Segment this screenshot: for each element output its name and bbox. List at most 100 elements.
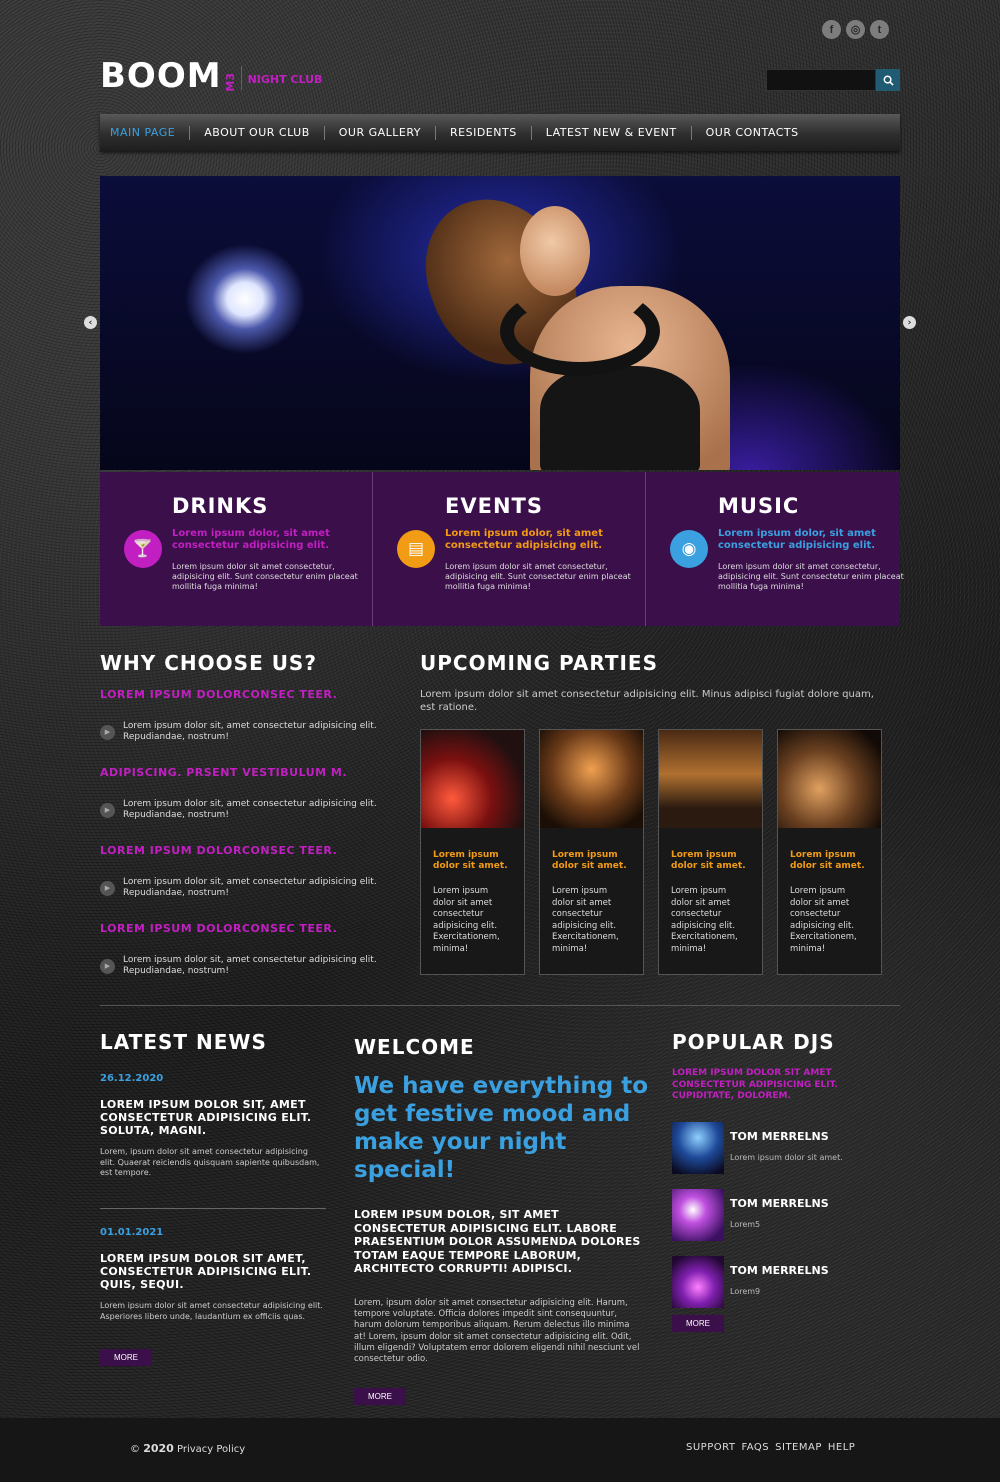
footer-link-support[interactable]: SUPPORT (686, 1442, 735, 1453)
why-row: ▶ Lorem ipsum dolor sit, amet consectetu… (100, 796, 410, 824)
play-icon: ▶ (100, 802, 115, 818)
dj-name: TOM MERRELNS (730, 1264, 829, 1277)
section-divider (100, 1005, 900, 1006)
djs-more-button[interactable]: MORE (672, 1315, 724, 1332)
instagram-icon[interactable]: ◎ (846, 20, 865, 39)
party-image (421, 730, 524, 828)
social-links: f ◎ t (822, 20, 889, 39)
why-heading[interactable]: ADIPISCING. PRSENT VESTIBULUM M. (100, 766, 410, 780)
nav-residents[interactable]: RESIDENTS (436, 126, 531, 139)
nav-about[interactable]: ABOUT OUR CLUB (190, 126, 324, 139)
welcome-text: Lorem, ipsum dolor sit amet consectetur … (354, 1298, 640, 1365)
disc-icon: ◉ (670, 530, 708, 568)
dj-subtitle: Lorem ipsum dolor sit amet. (730, 1153, 843, 1162)
dj-avatar (672, 1256, 724, 1308)
nav-latest-news[interactable]: LATEST NEW & EVENT (532, 126, 691, 139)
logo-m3: M3 (223, 73, 237, 92)
logo[interactable]: BOOM M3 NIGHT CLUB (100, 58, 322, 94)
news-headline[interactable]: LOREM IPSUM DOLOR SIT, AMET CONSECTETUR … (100, 1098, 325, 1137)
welcome-title: WELCOME (354, 1035, 475, 1059)
party-title: Lorem ipsum dolor sit amet. (790, 850, 865, 871)
djs-title: POPULAR DJS (672, 1030, 835, 1054)
features-band: DRINKS 🍸 Lorem ipsum dolor, sit amet con… (100, 472, 904, 626)
why-text: Lorem ipsum dolor sit, amet consectetur … (123, 799, 377, 820)
news-divider (100, 1208, 326, 1209)
party-text: Lorem ipsum dolor sit amet consectetur a… (671, 886, 738, 954)
nav-main-page[interactable]: MAIN PAGE (100, 126, 189, 139)
why-text: Lorem ipsum dolor sit, amet consectetur … (123, 955, 377, 976)
copyright-year: 2020 (143, 1442, 174, 1455)
dj-avatar (672, 1122, 724, 1174)
nav-contacts[interactable]: OUR CONTACTS (692, 126, 813, 139)
news-more-button[interactable]: MORE (100, 1349, 152, 1366)
footer-link-faqs[interactable]: FAQS (741, 1442, 769, 1453)
dj-item[interactable]: TOM MERRELNS Lorem9 (672, 1256, 829, 1308)
party-text: Lorem ipsum dolor sit amet consectetur a… (433, 886, 500, 954)
hero-image-top (540, 366, 700, 470)
feature-text: Lorem ipsum dolor sit amet consectetur, … (718, 562, 904, 591)
search-input[interactable] (766, 69, 876, 91)
feature-drinks: DRINKS 🍸 Lorem ipsum dolor, sit amet con… (100, 472, 372, 626)
news-headline[interactable]: LOREM IPSUM DOLOR SIT AMET, CONSECTETUR … (100, 1252, 325, 1291)
play-icon: ▶ (100, 724, 115, 740)
why-text: Lorem ipsum dolor sit, amet consectetur … (123, 877, 377, 898)
party-text: Lorem ipsum dolor sit amet consectetur a… (552, 886, 619, 954)
party-card[interactable]: Lorem ipsum dolor sit amet. Lorem ipsum … (658, 729, 763, 975)
feature-lead: Lorem ipsum dolor, sit amet consectetur … (172, 528, 330, 551)
dj-item[interactable]: TOM MERRELNS Lorem ipsum dolor sit amet. (672, 1122, 843, 1174)
search-form (766, 69, 900, 91)
copyright-symbol: © (130, 1444, 140, 1455)
footer-copyright: © 2020 Privacy Policy (130, 1442, 245, 1455)
why-row: ▶ Lorem ipsum dolor sit, amet consectetu… (100, 952, 410, 980)
feature-title: MUSIC (718, 494, 800, 518)
play-icon: ▶ (100, 958, 115, 974)
why-heading[interactable]: LOREM IPSUM DOLORCONSEC TEER. (100, 688, 410, 702)
party-card[interactable]: Lorem ipsum dolor sit amet. Lorem ipsum … (420, 729, 525, 975)
why-row: ▶ Lorem ipsum dolor sit, amet consectetu… (100, 718, 410, 746)
party-card[interactable]: Lorem ipsum dolor sit amet. Lorem ipsum … (539, 729, 644, 975)
search-button[interactable] (876, 69, 900, 91)
welcome-caps-text: LOREM IPSUM DOLOR, SIT AMET CONSECTETUR … (354, 1208, 641, 1275)
footer-link-sitemap[interactable]: SITEMAP (775, 1442, 822, 1453)
logo-divider (240, 66, 242, 90)
why-heading[interactable]: LOREM IPSUM DOLORCONSEC TEER. (100, 922, 410, 936)
party-cards: Lorem ipsum dolor sit amet. Lorem ipsum … (420, 729, 882, 975)
facebook-icon[interactable]: f (822, 20, 841, 39)
feature-text: Lorem ipsum dolor sit amet consectetur, … (172, 562, 358, 591)
news-item: 26.12.2020 LOREM IPSUM DOLOR SIT, AMET C… (100, 1073, 325, 1179)
why-heading[interactable]: LOREM IPSUM DOLORCONSEC TEER. (100, 844, 410, 858)
footer-links: SUPPORT FAQS SITEMAP HELP (686, 1442, 855, 1453)
slider-prev-icon[interactable]: ‹ (84, 316, 97, 329)
main-nav: MAIN PAGE ABOUT OUR CLUB OUR GALLERY RES… (100, 114, 900, 151)
search-icon (883, 75, 894, 86)
news-item: 01.01.2021 LOREM IPSUM DOLOR SIT AMET, C… (100, 1227, 325, 1322)
party-title: Lorem ipsum dolor sit amet. (671, 850, 746, 871)
privacy-policy-link[interactable]: Privacy Policy (177, 1444, 245, 1455)
dj-item[interactable]: TOM MERRELNS Lorem5 (672, 1189, 829, 1241)
welcome-headline: We have everything to get festive mood a… (354, 1073, 649, 1183)
slider-next-icon[interactable]: › (903, 316, 916, 329)
feature-text: Lorem ipsum dolor sit amet consectetur, … (445, 562, 631, 591)
party-image (659, 730, 762, 828)
upcoming-description: Lorem ipsum dolor sit amet consectetur a… (420, 689, 874, 713)
hero-image-face (520, 206, 590, 296)
play-icon: ▶ (100, 880, 115, 896)
party-image (540, 730, 643, 828)
news-text: Lorem, ipsum dolor sit amet consectetur … (100, 1147, 320, 1177)
news-date: 26.12.2020 (100, 1073, 164, 1084)
dj-subtitle: Lorem5 (730, 1220, 761, 1229)
party-title: Lorem ipsum dolor sit amet. (552, 850, 627, 871)
party-card[interactable]: Lorem ipsum dolor sit amet. Lorem ipsum … (777, 729, 882, 975)
dj-name: TOM MERRELNS (730, 1130, 829, 1143)
feature-lead: Lorem ipsum dolor, sit amet consectetur … (718, 528, 876, 551)
nav-gallery[interactable]: OUR GALLERY (325, 126, 435, 139)
party-image (778, 730, 881, 828)
dj-subtitle: Lorem9 (730, 1287, 761, 1296)
footer-link-help[interactable]: HELP (828, 1442, 855, 1453)
party-text: Lorem ipsum dolor sit amet consectetur a… (790, 886, 857, 954)
welcome-more-button[interactable]: MORE (354, 1388, 406, 1405)
news-title: LATEST NEWS (100, 1030, 267, 1054)
twitter-icon[interactable]: t (870, 20, 889, 39)
logo-main: BOOM (100, 56, 222, 96)
calendar-icon: ▤ (397, 530, 435, 568)
